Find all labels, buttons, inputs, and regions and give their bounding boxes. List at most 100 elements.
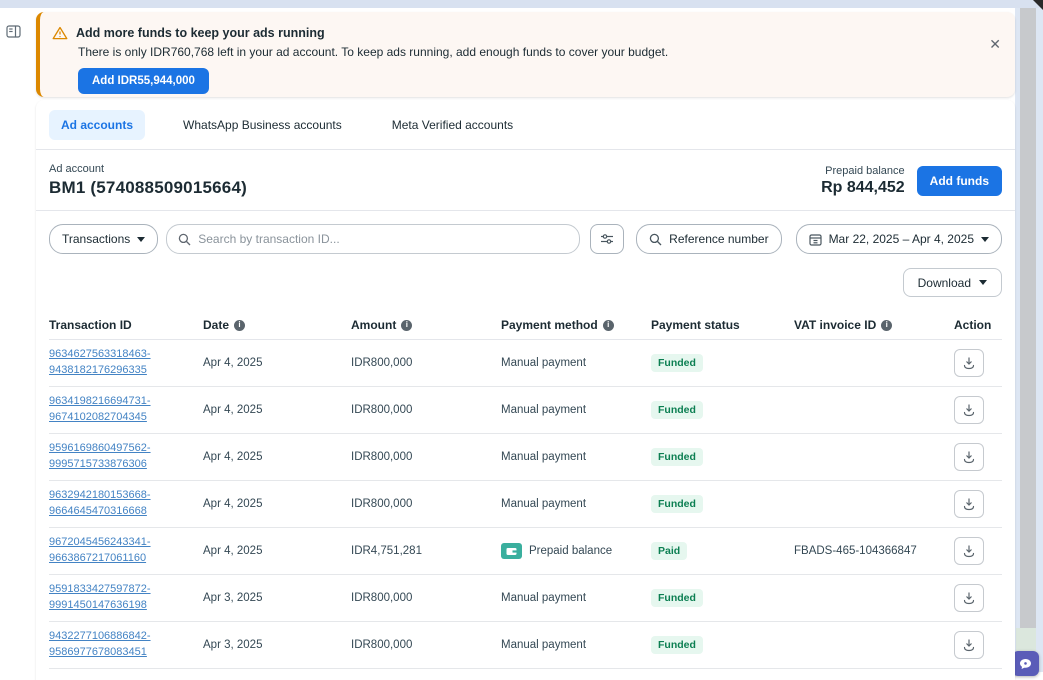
- download-invoice-button[interactable]: [954, 349, 984, 377]
- add-funds-amount-button[interactable]: Add IDR55,944,000: [78, 68, 209, 94]
- payment-method-cell: Prepaid balance: [501, 543, 651, 559]
- status-badge: Funded: [651, 354, 703, 372]
- column-header-label: Payment status: [651, 318, 740, 332]
- top-strip: [0, 0, 1043, 8]
- amount-cell: IDR800,000: [351, 404, 501, 416]
- download-invoice-button[interactable]: [954, 537, 984, 565]
- prepaid-balance-label: Prepaid balance: [821, 165, 905, 177]
- banner-body-text: There is only IDR760,768 left in your ad…: [78, 45, 1001, 59]
- account-type-tabs: Ad accounts WhatsApp Business accounts M…: [36, 100, 1015, 150]
- reference-number-button[interactable]: Reference number: [636, 224, 781, 254]
- banner-close-icon[interactable]: ✕: [989, 36, 1001, 53]
- search-box[interactable]: [166, 224, 580, 254]
- chevron-down-icon: [981, 237, 989, 242]
- payment-method-label: Prepaid balance: [529, 545, 612, 557]
- download-dropdown-button[interactable]: Download: [903, 268, 1002, 297]
- chevron-down-icon: [979, 280, 987, 285]
- status-badge: Funded: [651, 401, 703, 419]
- payment-method-label: Manual payment: [501, 451, 586, 463]
- payment-status-cell: Funded: [651, 495, 794, 513]
- amount-cell: IDR4,751,281: [351, 545, 501, 557]
- filter-toolbar: Transactions Reference number: [36, 211, 1015, 260]
- payment-method-cell: Manual payment: [501, 498, 651, 510]
- download-invoice-button[interactable]: [954, 443, 984, 471]
- search-icon: [178, 233, 191, 246]
- payment-method-label: Manual payment: [501, 357, 586, 369]
- date-range-picker[interactable]: Mar 22, 2025 – Apr 4, 2025: [796, 224, 1002, 254]
- date-cell: Apr 4, 2025: [203, 451, 351, 463]
- download-invoice-button[interactable]: [954, 396, 984, 424]
- action-cell: [954, 443, 1006, 471]
- sidebar-toggle-icon: [6, 25, 21, 38]
- status-badge: Funded: [651, 636, 703, 654]
- info-icon[interactable]: i: [603, 320, 614, 331]
- chevron-down-icon: [137, 237, 145, 242]
- amount-cell: IDR800,000: [351, 357, 501, 369]
- action-cell: [954, 537, 1006, 565]
- transaction-id-link[interactable]: 9672045456243341- 9663867217061160: [49, 535, 203, 567]
- date-cell: Apr 3, 2025: [203, 592, 351, 604]
- transaction-id-link[interactable]: 9634627563318463- 9438182176296335: [49, 347, 203, 379]
- info-icon[interactable]: i: [234, 320, 245, 331]
- column-header-label: Payment method: [501, 318, 598, 332]
- amount-cell: IDR800,000: [351, 639, 501, 651]
- prepaid-balance-value: Rp 844,452: [821, 179, 905, 197]
- transactions-table: Transaction ID i Date i Amount i Payment…: [49, 311, 1002, 669]
- chat-support-button[interactable]: [1012, 651, 1039, 676]
- column-header-label: Action: [954, 318, 991, 332]
- table-header: Transaction ID i Date i Amount i Payment…: [49, 311, 1002, 340]
- payment-method-cell: Manual payment: [501, 404, 651, 416]
- vertical-scrollbar[interactable]: [1020, 8, 1036, 628]
- tab[interactable]: Meta Verified accounts: [380, 110, 525, 140]
- payment-method-cell: Manual payment: [501, 639, 651, 651]
- payment-method-label: Manual payment: [501, 404, 586, 416]
- table-row: 9591833427597872- 9991450147636198 Apr 3…: [49, 575, 1002, 622]
- payment-status-cell: Funded: [651, 354, 794, 372]
- add-funds-button[interactable]: Add funds: [917, 166, 1002, 196]
- banner-title: Add more funds to keep your ads running: [76, 26, 325, 40]
- info-icon[interactable]: i: [881, 320, 892, 331]
- search-input[interactable]: [198, 232, 568, 246]
- action-cell: [954, 584, 1006, 612]
- column-header: Payment method i: [501, 318, 651, 332]
- tab[interactable]: WhatsApp Business accounts: [171, 110, 354, 140]
- filter-sliders-button[interactable]: [590, 224, 624, 254]
- info-icon[interactable]: i: [401, 320, 412, 331]
- transaction-id-link[interactable]: 9432277106886842- 9586977678083451: [49, 629, 203, 661]
- download-invoice-button[interactable]: [954, 584, 984, 612]
- account-label: Ad account: [49, 163, 247, 175]
- transaction-id-link[interactable]: 9596169860497562- 9995715733876306: [49, 441, 203, 473]
- table-row: 9634198216694731- 9674102082704345 Apr 4…: [49, 387, 1002, 434]
- payment-status-cell: Funded: [651, 401, 794, 419]
- column-header: Action i: [954, 318, 1013, 332]
- download-invoice-button[interactable]: [954, 490, 984, 518]
- vat-invoice-cell: FBADS-465-104366847: [794, 545, 954, 557]
- payment-status-cell: Paid: [651, 542, 794, 560]
- action-cell: [954, 396, 1006, 424]
- transaction-id-link[interactable]: 9591833427597872- 9991450147636198: [49, 582, 203, 614]
- scroll-corner-arrow-icon: [1033, 0, 1043, 10]
- transaction-id-link[interactable]: 9634198216694731- 9674102082704345: [49, 394, 203, 426]
- sidebar-toggle-button[interactable]: [2, 20, 24, 42]
- calendar-icon: [809, 233, 822, 246]
- download-invoice-button[interactable]: [954, 631, 984, 659]
- tab[interactable]: Ad accounts: [49, 110, 145, 140]
- table-body: 9634627563318463- 9438182176296335 Apr 4…: [49, 340, 1002, 669]
- table-row: 9672045456243341- 9663867217061160 Apr 4…: [49, 528, 1002, 575]
- amount-cell: IDR800,000: [351, 451, 501, 463]
- transaction-type-dropdown[interactable]: Transactions: [49, 224, 158, 254]
- status-badge: Funded: [651, 448, 703, 466]
- download-label: Download: [918, 276, 971, 290]
- column-header-label: Transaction ID: [49, 318, 132, 332]
- column-header-label: VAT invoice ID: [794, 318, 876, 332]
- date-cell: Apr 4, 2025: [203, 545, 351, 557]
- search-icon: [649, 233, 662, 246]
- payment-method-cell: Manual payment: [501, 451, 651, 463]
- date-cell: Apr 3, 2025: [203, 639, 351, 651]
- chat-bubble-icon: [1019, 658, 1032, 670]
- table-row: 9596169860497562- 9995715733876306 Apr 4…: [49, 434, 1002, 481]
- action-cell: [954, 631, 1006, 659]
- action-cell: [954, 349, 1006, 377]
- payments-card: Ad accounts WhatsApp Business accounts M…: [36, 100, 1015, 680]
- transaction-id-link[interactable]: 9632942180153668- 9664645470316668: [49, 488, 203, 520]
